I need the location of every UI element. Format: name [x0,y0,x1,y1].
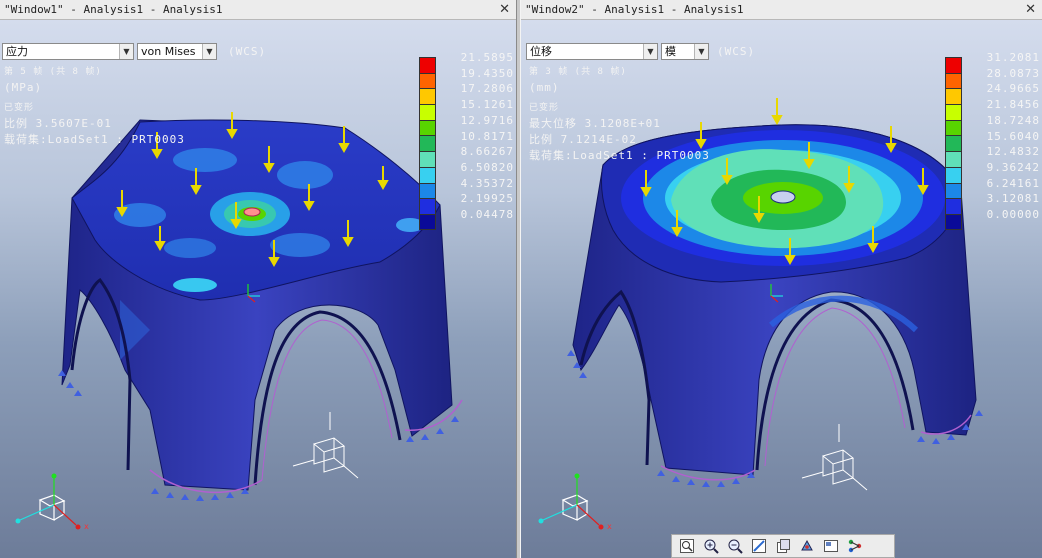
legend-swatch [419,104,436,120]
scale-label: 比例 3.5607E-01 [4,117,112,130]
chevron-down-icon[interactable]: ▼ [643,44,657,59]
svg-text:x: x [84,522,89,531]
legend-value: 0.00000 [986,208,1040,222]
legend-value: 12.9716 [460,113,514,127]
legend-swatch [945,198,962,214]
legend-swatch [945,57,962,73]
deformed-label: 已变形 [4,103,35,113]
units-label: (MPa) [4,81,43,94]
loadset-label: 载荷集:LoadSet1 : PRT0003 [4,133,185,146]
result-component-value: von Mises [141,45,196,58]
legend-swatch [419,72,436,89]
window-left-titlebar: "Window1" - Analysis1 - Analysis1 ✕ [0,0,516,20]
close-icon[interactable]: ✕ [1025,0,1036,20]
legend-swatch [945,119,962,136]
spin-center-icon[interactable] [796,536,818,556]
chevron-down-icon[interactable]: ▼ [119,44,133,59]
result-component-value: 模 [665,45,676,58]
legend-value: 24.9665 [986,82,1040,96]
model-tree-icon[interactable] [844,536,866,556]
viewport-left[interactable]: x 应力 ▼ von Mises ▼ (WCS) 第 5 帧 (共 8 帧) (… [0,20,516,558]
legend-value: 6.50820 [460,160,514,174]
svg-text:x: x [607,522,612,531]
viewport-right[interactable]: x 位移 ▼ 模 ▼ (WCS) 第 3 帧 (共 8 帧) (mm) 已变形 … [521,20,1042,558]
legend-swatch [419,182,436,199]
units-label: (mm) [529,81,560,94]
legend-value: 21.8456 [986,98,1040,112]
legend-swatch [419,135,436,152]
legend-swatch [945,182,962,199]
legend-swatch [945,166,962,183]
max-displacement-label: 最大位移 3.1208E+01 [529,117,661,130]
legend-value: 9.36242 [986,160,1040,174]
legend-value: 15.1261 [460,98,514,112]
legend-value: 6.24161 [986,176,1040,190]
saved-views-icon[interactable] [820,536,842,556]
csys-label: (WCS) [717,45,756,58]
loadset-label: 载荷集:LoadSet1 : PRT0003 [529,149,710,162]
legend-value: 0.04478 [460,208,514,222]
csys-label: (WCS) [228,45,267,58]
legend-swatch [419,88,436,105]
result-quantity-select[interactable]: 应力 ▼ [2,43,134,60]
legend-value: 2.19925 [460,192,514,206]
legend-value: 3.12081 [986,192,1040,206]
legend-swatch [419,213,436,230]
window-right-title: "Window2" - Analysis1 - Analysis1 [525,3,744,16]
legend-swatch [945,88,962,105]
repaint-icon[interactable] [748,536,770,556]
zoom-out-icon[interactable] [724,536,746,556]
window-left-title: "Window1" - Analysis1 - Analysis1 [4,3,223,16]
legend-value: 8.66267 [460,145,514,159]
legend-swatch [419,57,436,73]
window-left: "Window1" - Analysis1 - Analysis1 ✕ x 应力… [0,0,516,558]
window-right-titlebar: "Window2" - Analysis1 - Analysis1 ✕ [521,0,1042,20]
color-legend [419,57,436,230]
result-quantity-select[interactable]: 位移 ▼ [526,43,658,60]
legend-swatch [419,151,436,167]
legend-values: 31.2081 28.0873 24.9665 21.8456 18.7248 … [966,50,1040,223]
legend-swatch [945,72,962,89]
legend-value: 28.0873 [986,66,1040,80]
legend-swatch [419,166,436,183]
legend-value: 31.2081 [986,51,1040,64]
close-icon[interactable]: ✕ [499,0,510,20]
view-toolbar [671,534,895,558]
legend-values: 21.5895 19.4350 17.2806 15.1261 12.9716 … [440,50,514,223]
frame-info: 第 3 帧 (共 8 帧) [529,67,627,77]
color-legend [945,57,962,230]
legend-value: 4.35372 [460,176,514,190]
legend-swatch [945,135,962,152]
legend-swatch [945,213,962,230]
legend-swatch [945,104,962,120]
stress-model-render: x [15,112,463,531]
legend-value: 10.8171 [460,129,514,143]
scale-label: 比例 7.1214E-02 [529,133,637,146]
frame-info: 第 5 帧 (共 8 帧) [4,67,102,77]
result-quantity-value: 应力 [6,45,28,58]
legend-swatch [945,151,962,167]
chevron-down-icon[interactable]: ▼ [694,44,708,59]
legend-value: 18.7248 [986,113,1040,127]
window-right: "Window2" - Analysis1 - Analysis1 ✕ x 位移… [521,0,1042,558]
refit-icon[interactable] [676,536,698,556]
view-manager-icon[interactable] [772,536,794,556]
legend-value: 19.4350 [460,66,514,80]
result-quantity-value: 位移 [530,45,552,58]
result-component-select[interactable]: 模 ▼ [661,43,709,60]
legend-swatch [419,198,436,214]
legend-value: 17.2806 [460,82,514,96]
legend-value: 12.4832 [986,145,1040,159]
displacement-model-render: x [538,98,983,531]
zoom-in-icon[interactable] [700,536,722,556]
legend-swatch [419,119,436,136]
result-component-select[interactable]: von Mises ▼ [137,43,217,60]
chevron-down-icon[interactable]: ▼ [202,44,216,59]
deformed-label: 已变形 [529,103,560,113]
legend-value: 21.5895 [460,51,514,64]
legend-value: 15.6040 [986,129,1040,143]
